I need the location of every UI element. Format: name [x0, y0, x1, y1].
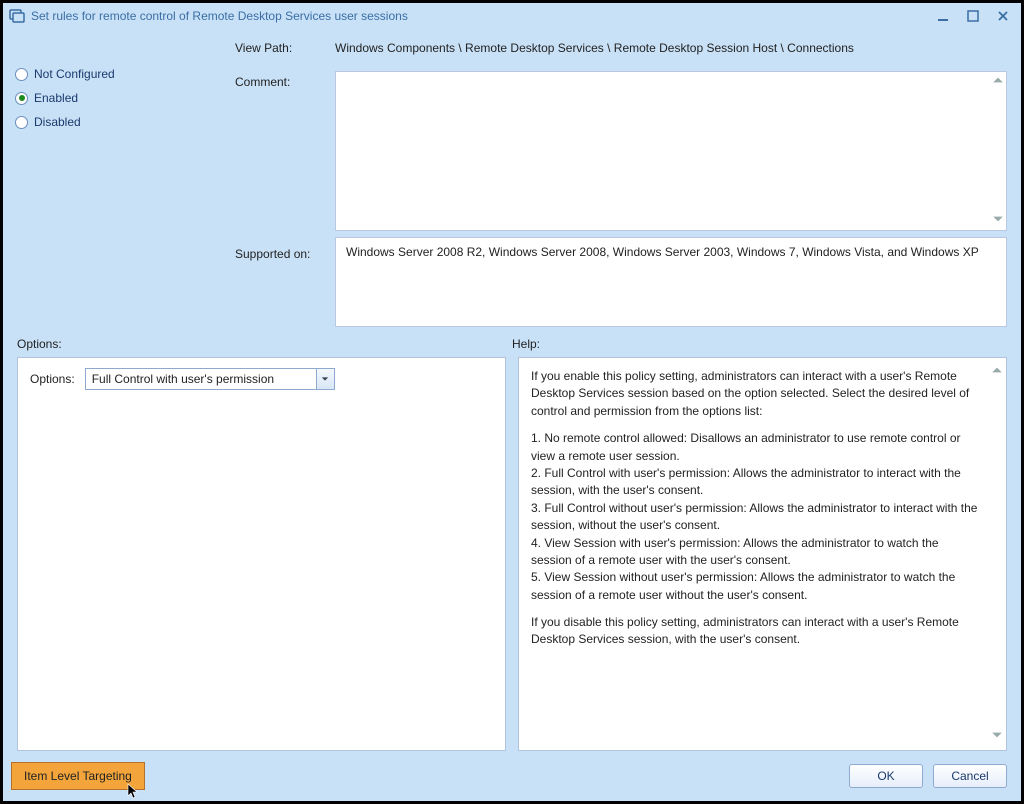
supported-on-text: Windows Server 2008 R2, Windows Server 2… [346, 245, 979, 259]
radio-disabled[interactable]: Disabled [15, 115, 235, 129]
cancel-button[interactable]: Cancel [933, 764, 1007, 788]
app-icon [9, 8, 25, 24]
button-label: Item Level Targeting [24, 769, 132, 783]
radio-enabled[interactable]: Enabled [15, 91, 235, 105]
scroll-down-icon[interactable] [991, 729, 1003, 744]
help-list-item: 4. View Session with user's permission: … [531, 535, 980, 570]
minimize-button[interactable] [935, 8, 951, 24]
radio-icon [15, 116, 28, 129]
comment-label: Comment: [235, 71, 335, 231]
title-bar: Set rules for remote control of Remote D… [3, 3, 1021, 29]
help-text: If you enable this policy setting, admin… [531, 368, 994, 649]
scroll-up-icon[interactable] [991, 364, 1003, 379]
ok-button[interactable]: OK [849, 764, 923, 788]
options-field-label: Options: [30, 372, 75, 386]
scroll-up-icon[interactable] [992, 74, 1004, 89]
window-title: Set rules for remote control of Remote D… [31, 9, 935, 23]
help-list-item: 3. Full Control without user's permissio… [531, 500, 980, 535]
help-heading: Help: [512, 337, 1007, 351]
help-paragraph: If you disable this policy setting, admi… [531, 614, 980, 649]
radio-not-configured[interactable]: Not Configured [15, 67, 235, 81]
radio-label: Enabled [34, 91, 78, 105]
options-panel: Options: Full Control with user's permis… [17, 357, 506, 751]
help-list-item: 5. View Session without user's permissio… [531, 569, 980, 604]
comment-textarea[interactable] [335, 71, 1007, 231]
radio-icon [15, 68, 28, 81]
scroll-down-icon[interactable] [992, 213, 1004, 228]
options-combobox[interactable]: Full Control with user's permission [85, 368, 335, 390]
options-combobox-value: Full Control with user's permission [86, 372, 316, 386]
radio-icon [15, 92, 28, 105]
help-list-item: 1. No remote control allowed: Disallows … [531, 430, 980, 465]
help-paragraph: If you enable this policy setting, admin… [531, 368, 980, 420]
button-label: OK [877, 769, 894, 783]
chevron-down-icon[interactable] [316, 369, 334, 389]
cursor-icon [126, 783, 142, 799]
radio-label: Disabled [34, 115, 81, 129]
radio-label: Not Configured [34, 67, 115, 81]
options-heading: Options: [17, 337, 512, 351]
button-label: Cancel [951, 769, 988, 783]
help-list-item: 2. Full Control with user's permission: … [531, 465, 980, 500]
maximize-button[interactable] [965, 8, 981, 24]
help-panel: If you enable this policy setting, admin… [518, 357, 1007, 751]
view-path-value: Windows Components \ Remote Desktop Serv… [335, 37, 1007, 65]
supported-on-box: Windows Server 2008 R2, Windows Server 2… [335, 237, 1007, 327]
item-level-targeting-button[interactable]: Item Level Targeting [11, 762, 145, 790]
view-path-label: View Path: [235, 37, 335, 65]
supported-on-label: Supported on: [235, 237, 335, 327]
close-button[interactable] [995, 8, 1011, 24]
